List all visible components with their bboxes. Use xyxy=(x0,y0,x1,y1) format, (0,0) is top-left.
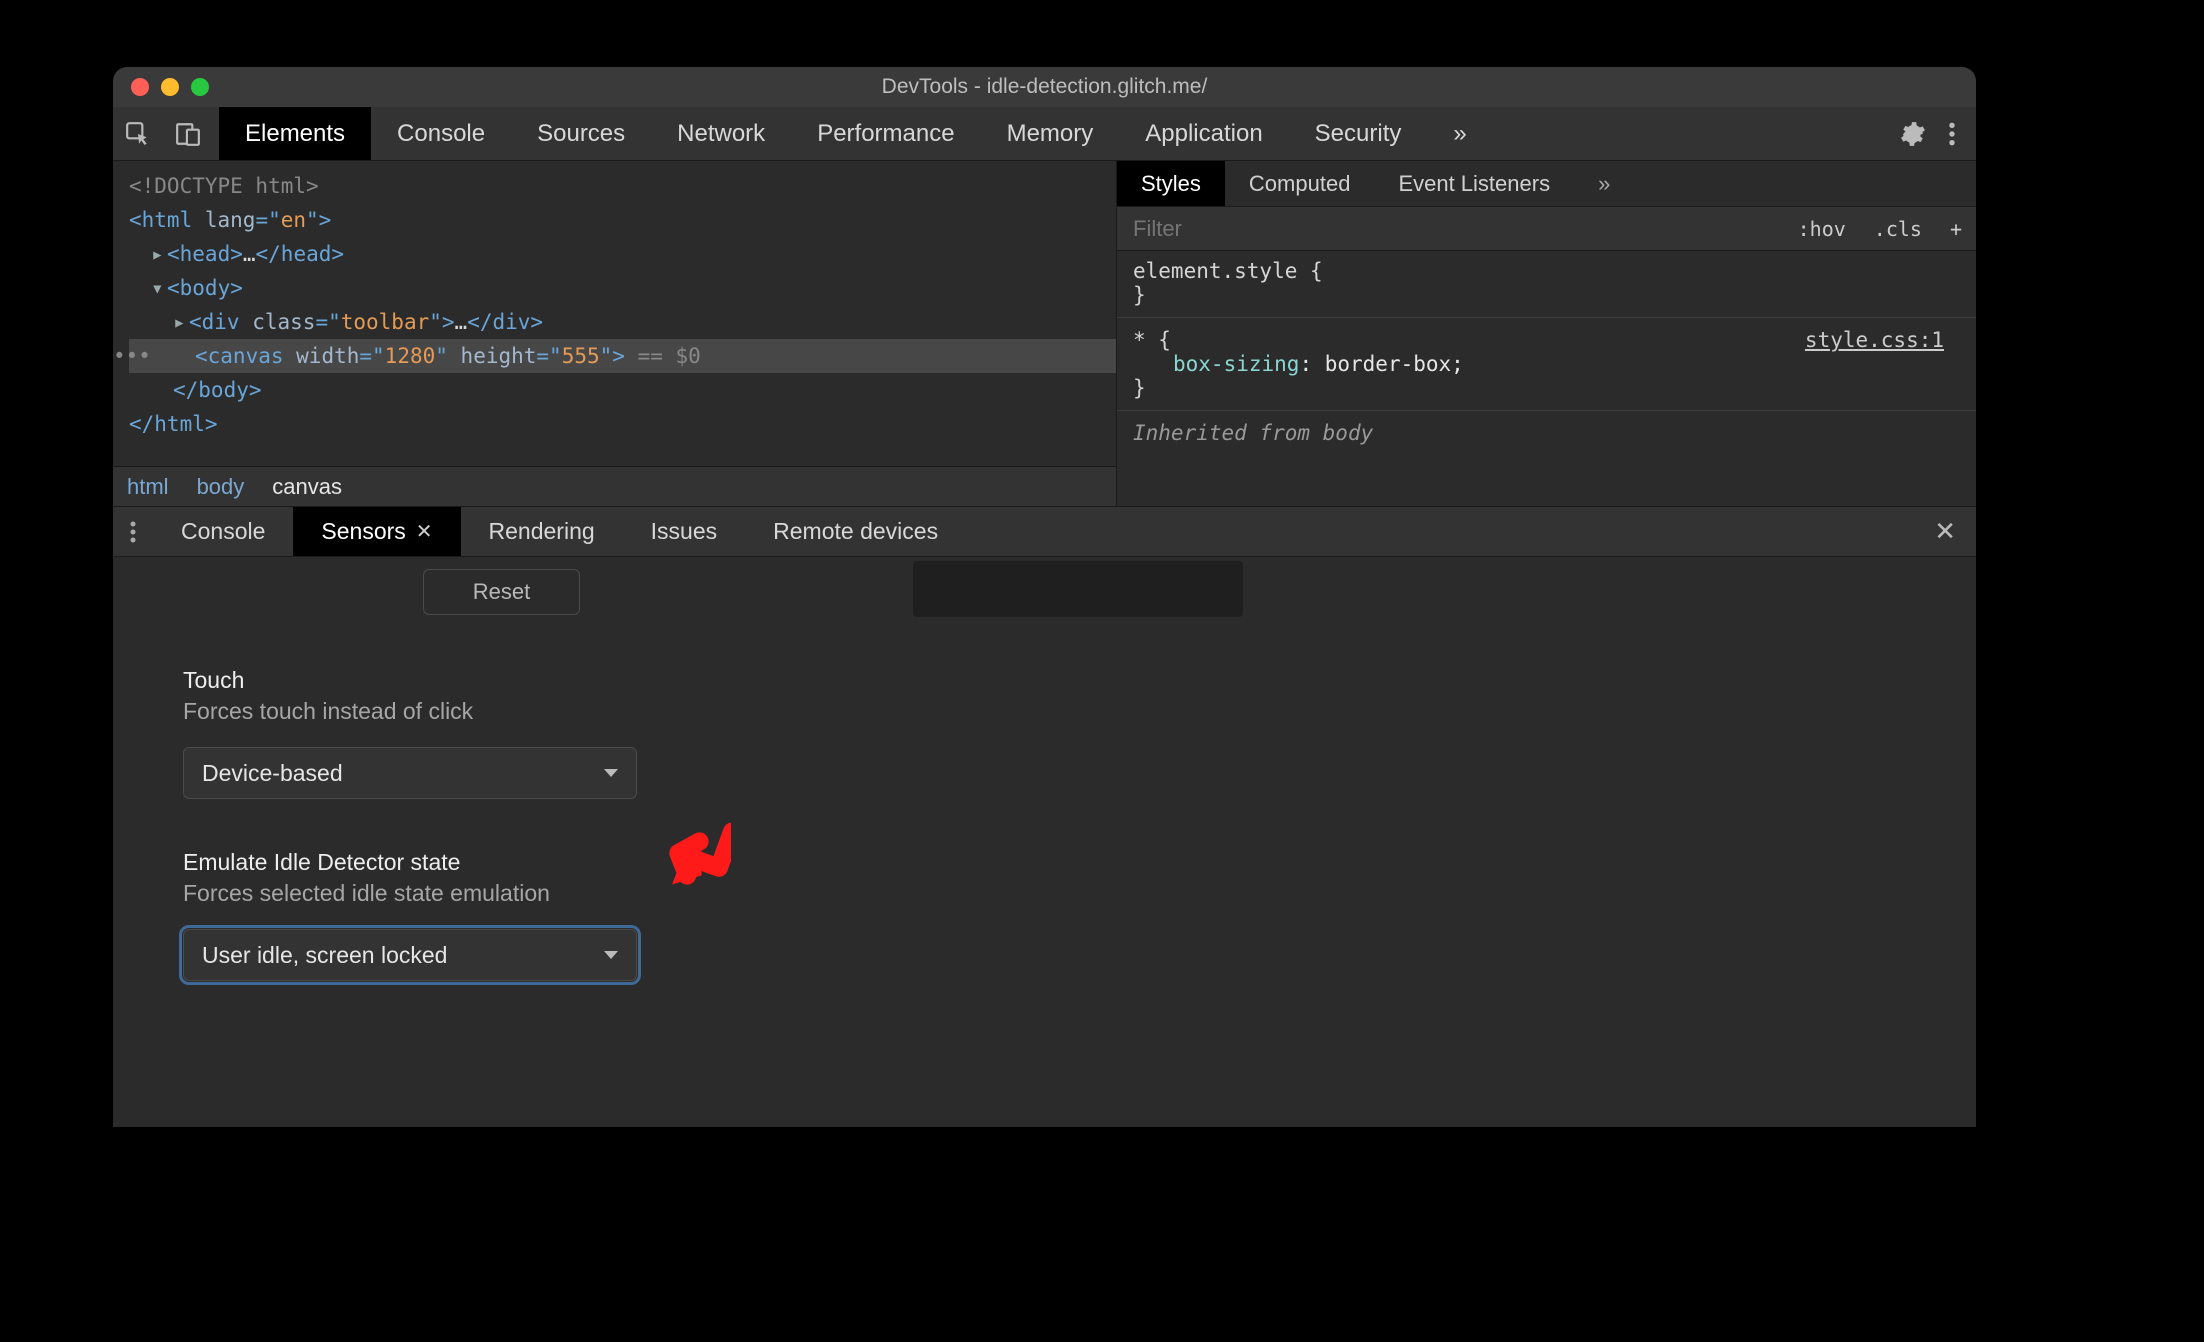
new-rule-button[interactable]: + xyxy=(1936,217,1976,241)
tab-elements[interactable]: Elements xyxy=(219,107,371,160)
dom-selected-node[interactable]: •••<canvas width="1280" height="555"> ==… xyxy=(129,339,1116,373)
hov-toggle[interactable]: :hov xyxy=(1784,217,1860,241)
tab-styles[interactable]: Styles xyxy=(1117,161,1225,206)
elements-tree-pane[interactable]: <!DOCTYPE html> <html lang="en"> ▸<head>… xyxy=(113,161,1116,506)
chevron-down-icon xyxy=(604,951,618,959)
styles-filter-input[interactable] xyxy=(1117,216,1784,242)
rule-element-style[interactable]: element.style { xyxy=(1133,259,1323,283)
cls-toggle[interactable]: .cls xyxy=(1860,217,1936,241)
drawer-tab-console[interactable]: Console xyxy=(153,507,293,556)
tabs-overflow-icon[interactable]: » xyxy=(1427,107,1492,160)
touch-select[interactable]: Device-based xyxy=(183,747,637,799)
touch-title: Touch xyxy=(183,667,1906,694)
sensors-panel[interactable]: Reset Touch Forces touch instead of clic… xyxy=(113,557,1976,1127)
masked-field xyxy=(913,561,1243,617)
drawer-close-icon[interactable]: ✕ xyxy=(1934,516,1956,547)
ellipsis-icon[interactable]: ••• xyxy=(113,339,143,373)
inspect-element-icon[interactable] xyxy=(113,107,163,161)
breadcrumb-body[interactable]: body xyxy=(197,474,245,500)
touch-description: Forces touch instead of click xyxy=(183,698,1906,725)
styles-rules[interactable]: element.style { } * { style.css:1 box-si… xyxy=(1117,251,1976,453)
close-icon[interactable]: ✕ xyxy=(416,519,433,544)
drawer-kebab-icon[interactable] xyxy=(113,520,153,544)
device-toolbar-icon[interactable] xyxy=(163,107,213,161)
chevron-down-icon xyxy=(604,769,618,777)
gear-icon[interactable] xyxy=(1900,121,1926,147)
breadcrumb-html[interactable]: html xyxy=(127,474,169,500)
touch-select-value: Device-based xyxy=(202,760,343,787)
tab-computed[interactable]: Computed xyxy=(1225,161,1375,206)
devtools-window: DevTools - idle-detection.glitch.me/ Ele… xyxy=(113,67,1976,1127)
tab-sources[interactable]: Sources xyxy=(511,107,651,160)
drawer-tab-issues[interactable]: Issues xyxy=(623,507,745,556)
dom-tree[interactable]: <!DOCTYPE html> <html lang="en"> ▸<head>… xyxy=(113,161,1116,441)
annotation-arrow-icon xyxy=(663,813,731,897)
expand-icon[interactable]: ▸ xyxy=(173,305,189,339)
sidebar-tabs-overflow-icon[interactable]: » xyxy=(1574,161,1634,206)
breadcrumb-canvas[interactable]: canvas xyxy=(272,474,342,500)
drawer: Console Sensors ✕ Rendering Issues Remot… xyxy=(113,507,1976,1127)
minimize-window-button[interactable] xyxy=(161,78,179,96)
tab-memory[interactable]: Memory xyxy=(981,107,1120,160)
tab-console[interactable]: Console xyxy=(371,107,511,160)
idle-select-value: User idle, screen locked xyxy=(202,942,447,969)
tab-network[interactable]: Network xyxy=(651,107,791,160)
drawer-tab-sensors[interactable]: Sensors ✕ xyxy=(293,507,460,556)
window-title: DevTools - idle-detection.glitch.me/ xyxy=(113,75,1976,99)
reset-button[interactable]: Reset xyxy=(423,569,580,615)
titlebar: DevTools - idle-detection.glitch.me/ xyxy=(113,67,1976,107)
idle-select[interactable]: User idle, screen locked xyxy=(183,929,637,981)
drawer-tab-remote-devices[interactable]: Remote devices xyxy=(745,507,966,556)
devtools-toolbar: Elements Console Sources Network Perform… xyxy=(113,107,1976,161)
panel-tabs: Elements Console Sources Network Perform… xyxy=(219,107,1493,160)
idle-title: Emulate Idle Detector state xyxy=(183,849,1906,876)
traffic-lights xyxy=(131,78,209,96)
fullscreen-window-button[interactable] xyxy=(191,78,209,96)
idle-description: Forces selected idle state emulation xyxy=(183,880,1906,907)
breadcrumb: html body canvas xyxy=(113,466,1116,506)
kebab-menu-icon[interactable] xyxy=(1948,121,1956,147)
toolbar-right xyxy=(1900,121,1976,147)
drawer-tabs: Console Sensors ✕ Rendering Issues Remot… xyxy=(113,507,1976,557)
dom-doctype: <!DOCTYPE html> xyxy=(129,174,319,198)
styles-filter-row: :hov .cls + xyxy=(1117,207,1976,251)
close-window-button[interactable] xyxy=(131,78,149,96)
sidebar-tabs: Styles Computed Event Listeners » xyxy=(1117,161,1976,207)
rule-source-link[interactable]: style.css:1 xyxy=(1805,328,1944,352)
idle-section: Emulate Idle Detector state Forces selec… xyxy=(183,849,1906,981)
styles-pane: Styles Computed Event Listeners » :hov .… xyxy=(1116,161,1976,506)
rule-universal[interactable]: * { xyxy=(1133,328,1171,352)
drawer-tab-rendering[interactable]: Rendering xyxy=(461,507,623,556)
inherited-from-label: Inherited from body xyxy=(1133,421,1960,445)
middle-split: <!DOCTYPE html> <html lang="en"> ▸<head>… xyxy=(113,161,1976,507)
collapse-icon[interactable]: ▾ xyxy=(151,271,167,305)
tab-performance[interactable]: Performance xyxy=(791,107,980,160)
tab-event-listeners[interactable]: Event Listeners xyxy=(1374,161,1574,206)
tab-application[interactable]: Application xyxy=(1119,107,1288,160)
touch-section: Touch Forces touch instead of click Devi… xyxy=(183,667,1906,799)
tab-security[interactable]: Security xyxy=(1289,107,1428,160)
expand-icon[interactable]: ▸ xyxy=(151,237,167,271)
